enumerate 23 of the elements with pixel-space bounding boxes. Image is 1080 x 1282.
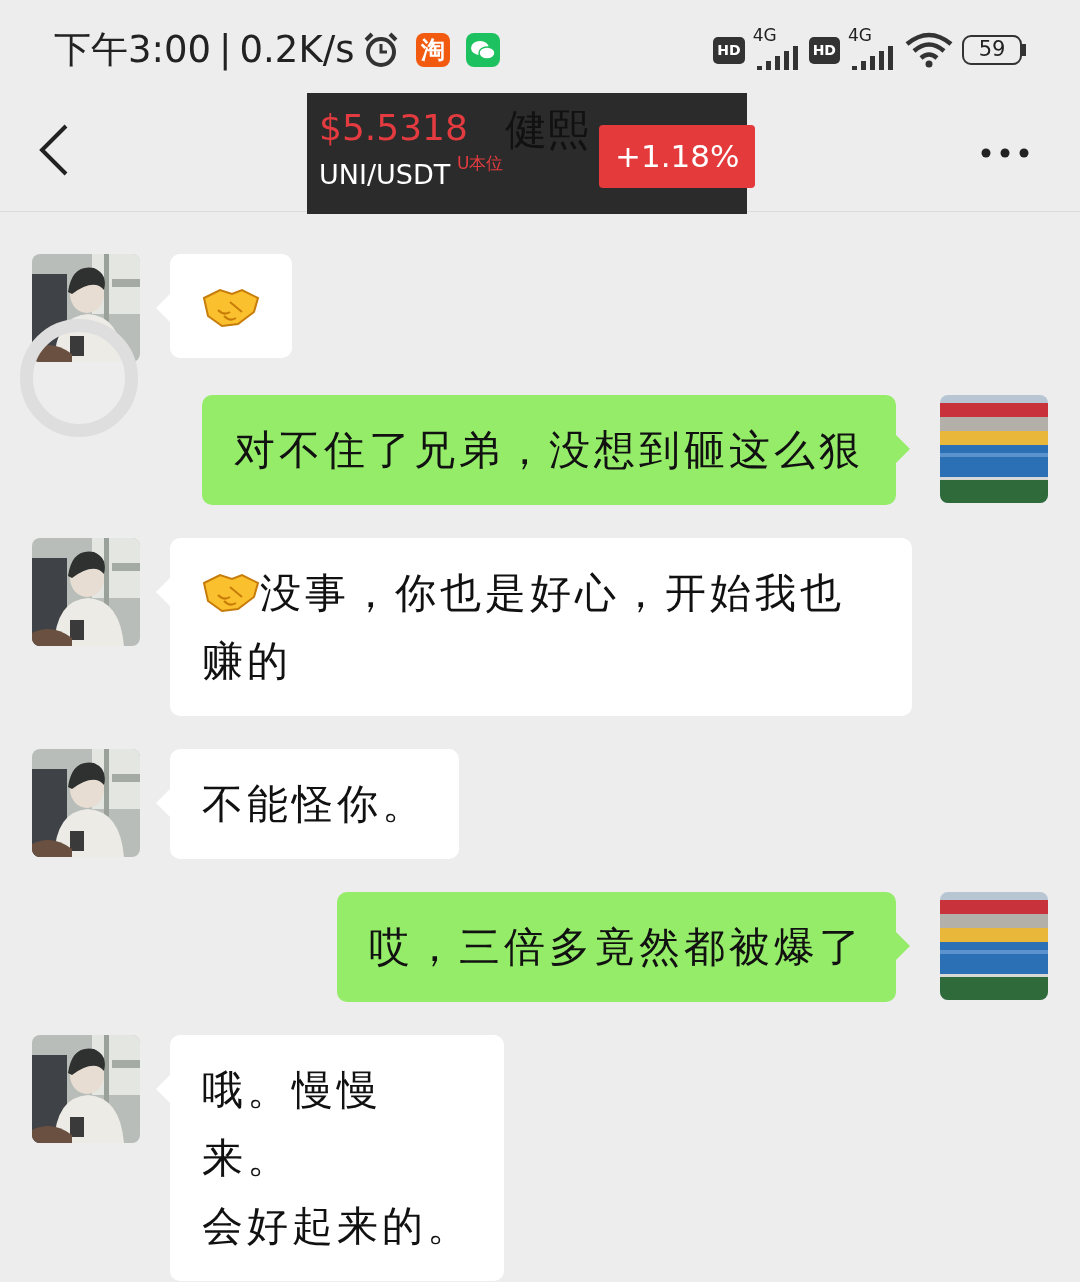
battery-tip: [1022, 44, 1026, 56]
pair-label: UNI/USDT: [319, 158, 451, 192]
message-bubble: 对不住了兄弟，没想到砸这么狠: [202, 395, 896, 505]
hd-badge: HD: [713, 36, 745, 64]
message-bubble: 哦。慢慢 来。 会好起来的。: [170, 1035, 504, 1281]
pair-tag: U本位: [457, 151, 504, 177]
message-bubble: 不能怪你。: [170, 749, 459, 859]
app-notification-icon: 淘: [416, 33, 451, 67]
wifi-icon: [904, 32, 954, 68]
clock-time: 下午3:00: [54, 27, 212, 74]
change-badge: +1.18%: [599, 125, 756, 188]
hd-badge: HD: [808, 36, 840, 64]
battery-indicator: 59: [962, 35, 1022, 65]
message-bubble: 没事，你也是好心，开始我也赚的: [170, 538, 912, 716]
bubble-tail: [896, 932, 910, 960]
chat-app-icon: [466, 33, 501, 67]
network-type: 4G: [848, 26, 873, 44]
separator: |: [219, 27, 232, 74]
network-type: 4G: [752, 26, 778, 44]
bubble-tail: [896, 435, 910, 463]
network-speed: 0.2K/s: [239, 27, 355, 74]
message-bubble: 哎，三倍多竟然都被爆了: [337, 892, 896, 1002]
price-label: $5.5318: [319, 106, 468, 150]
